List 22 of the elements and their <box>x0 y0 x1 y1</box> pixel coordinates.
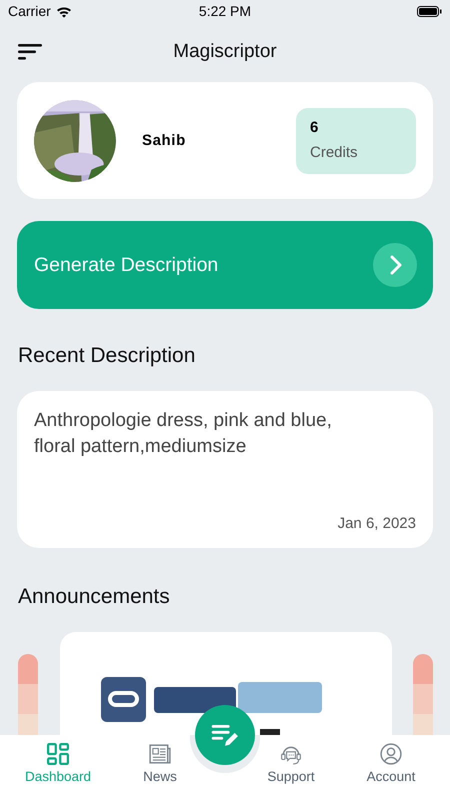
menu-icon[interactable] <box>18 44 42 60</box>
wifi-icon <box>56 4 72 18</box>
edit-list-icon <box>211 722 239 748</box>
user-icon <box>380 743 402 765</box>
carrier-label: Carrier <box>8 3 51 19</box>
section-heading: Recent Description <box>18 344 196 368</box>
description-card[interactable]: Anthropologie dress, pink and blue, floral pattern,mediumsize Jan 6, 2023 <box>17 391 433 548</box>
newspaper-icon <box>148 743 171 765</box>
grid-icon <box>46 743 69 765</box>
nav-tab[interactable]: Account <box>366 743 416 784</box>
credits-label: Credits <box>310 144 359 160</box>
nav-tab[interactable]: Support <box>267 743 315 784</box>
chevron-right-icon <box>373 243 417 287</box>
app-title: Magiscriptor <box>173 41 277 63</box>
description-text: Anthropologie dress, pink and blue, floral pattern,mediumsize <box>34 409 333 459</box>
description-date: Jan 6, 2023 <box>338 515 416 532</box>
user-name: Sahib <box>142 132 187 149</box>
section-heading: Announcements <box>18 585 171 609</box>
status-time: 5:22 PM <box>198 3 252 19</box>
nav-tab[interactable]: News <box>143 743 177 784</box>
credits-count: 6 <box>310 118 320 136</box>
battery-icon <box>416 6 442 16</box>
